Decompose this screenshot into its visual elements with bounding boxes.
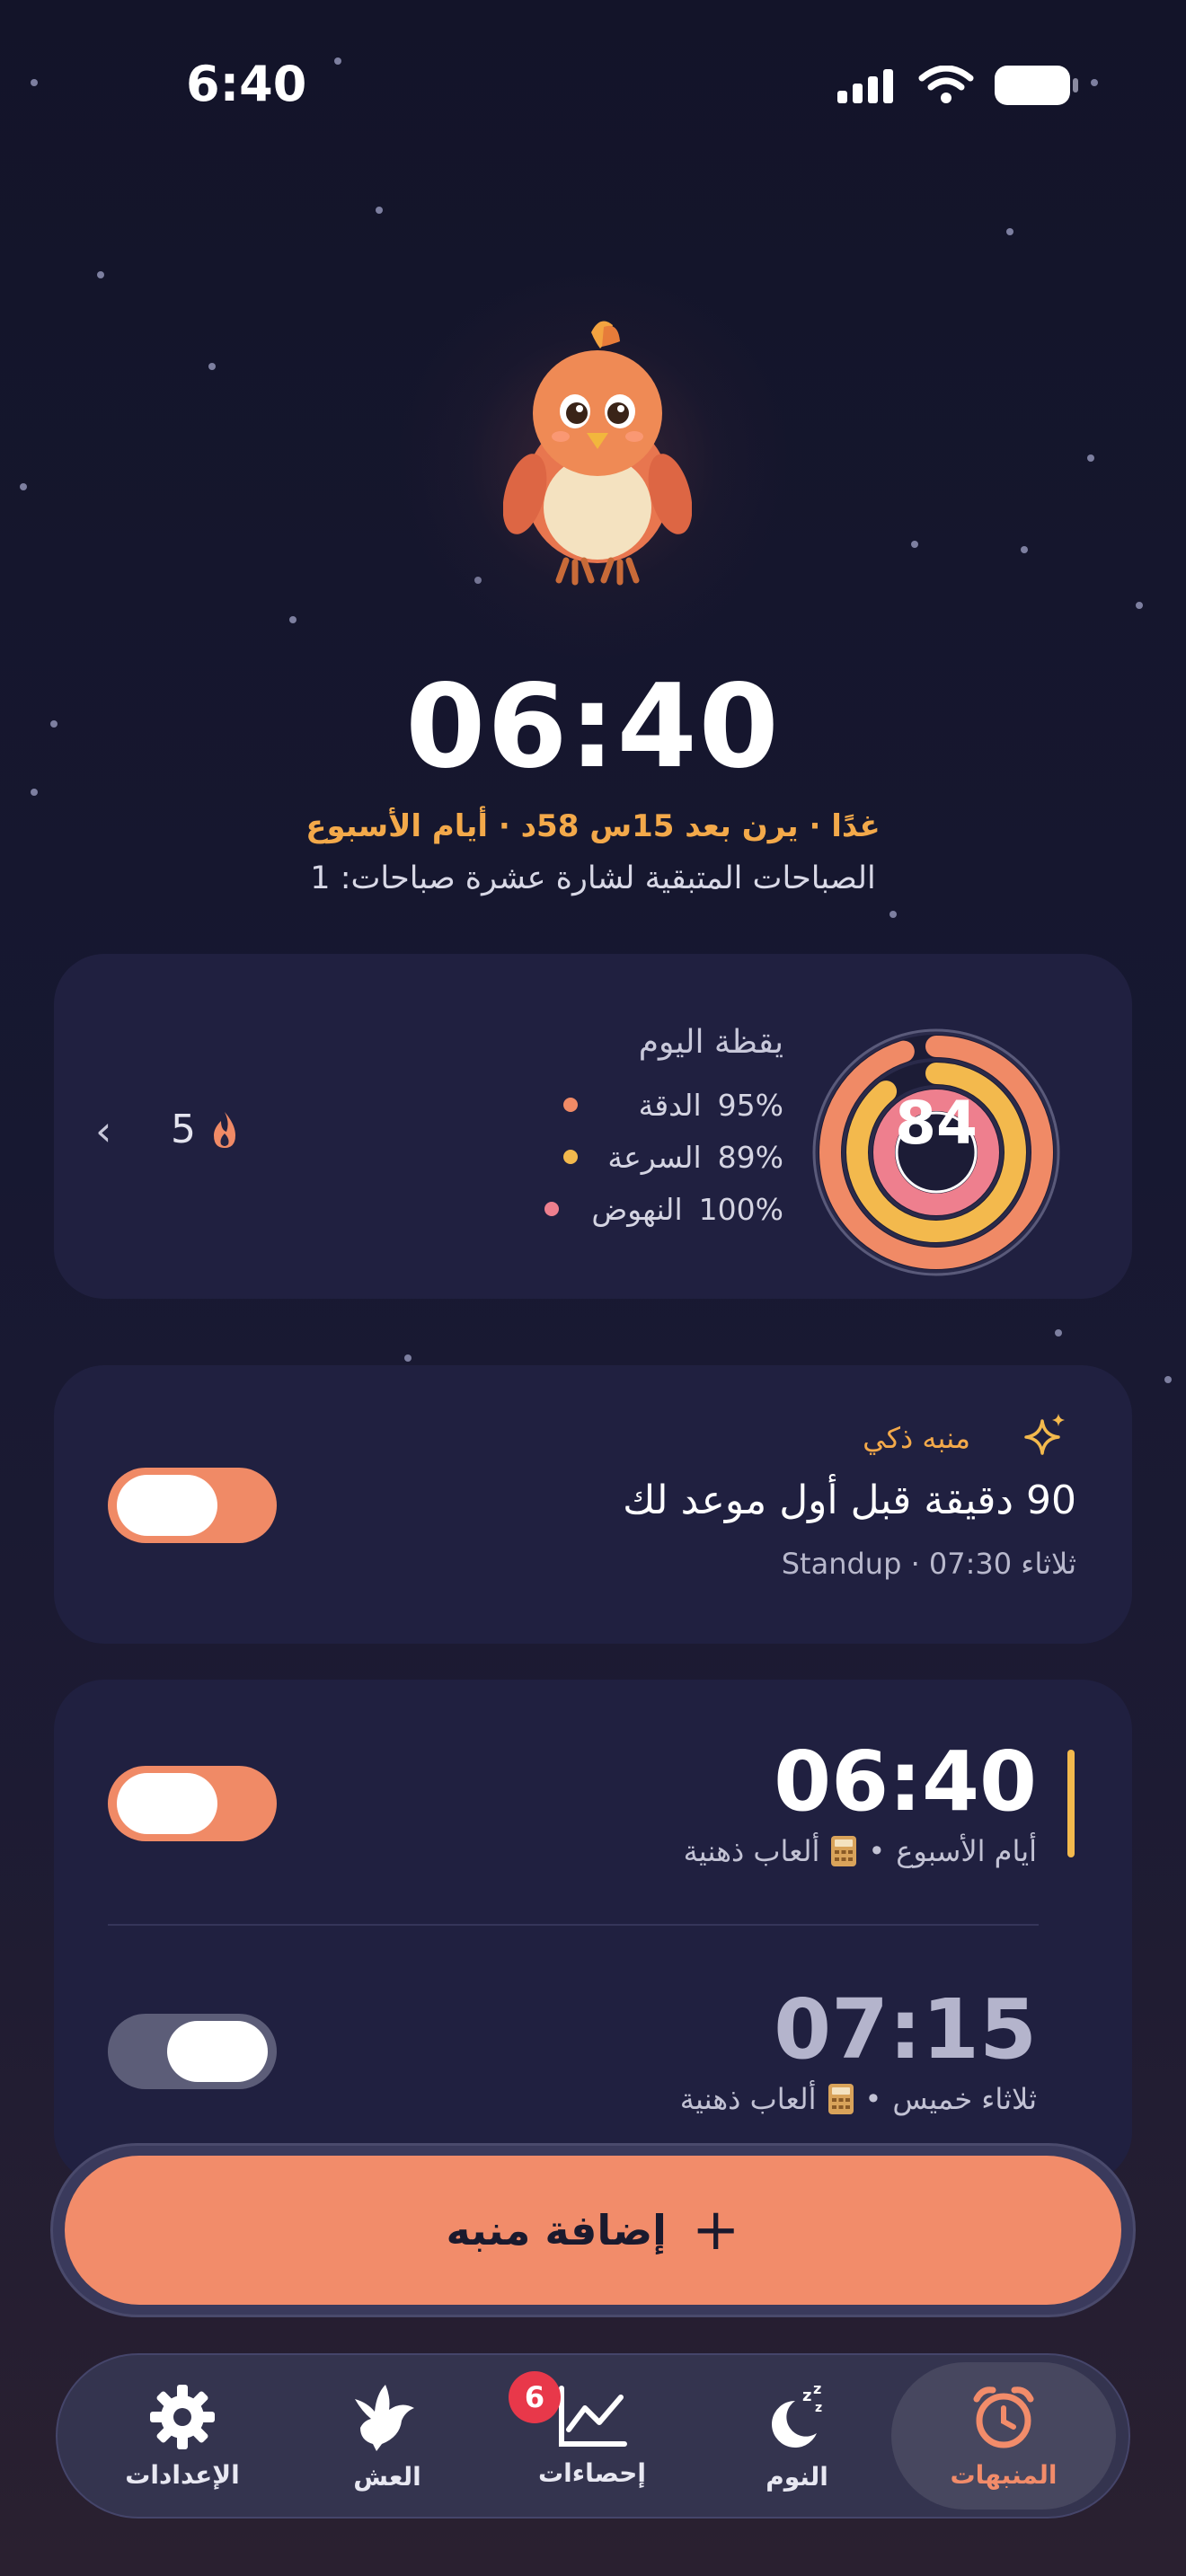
separator-dot: •	[864, 2082, 882, 2116]
metric-row-getting-up: النهوض 100%	[544, 1186, 783, 1232]
metric-label: الدقة	[638, 1087, 702, 1123]
toggle-knob	[117, 1475, 217, 1536]
svg-text:z: z	[813, 2381, 821, 2397]
metric-label: السرعة	[607, 1139, 702, 1175]
alarm-mission: ألعاب ذهنية	[683, 1834, 820, 1868]
moon-zzz-icon: z z z	[772, 2381, 822, 2448]
metric-row-speed: السرعة 89%	[562, 1134, 783, 1180]
battery-icon	[995, 66, 1078, 105]
status-bar-icons	[836, 65, 1080, 106]
stats-notification-badge: 6	[509, 2371, 561, 2423]
alarm-days: ثلاثاء خميس	[892, 2082, 1037, 2116]
alarm-toggle[interactable]	[108, 2014, 277, 2089]
tab-nest[interactable]: العش	[297, 2353, 477, 2519]
alarm-details: أيام الأسبوع • ألعاب ذهنية	[684, 1834, 1037, 1868]
metric-label: النهوض	[591, 1191, 683, 1227]
tab-alarms[interactable]: المنبهات	[914, 2353, 1093, 2519]
streak-counter: 5	[171, 1107, 241, 1152]
svg-text:z: z	[815, 2401, 822, 2415]
tab-label: العش	[353, 2461, 421, 2492]
metric-value: 100%	[698, 1191, 783, 1227]
status-bar-time: 6:40	[186, 56, 307, 112]
metric-dot	[562, 1098, 578, 1112]
alarm-divider	[108, 1924, 1039, 1926]
tab-label: النوم	[766, 2461, 828, 2492]
alarm-time[interactable]: 07:15	[774, 1981, 1037, 2078]
active-alarm-indicator	[1067, 1750, 1075, 1857]
toggle-knob	[117, 1773, 217, 1834]
tab-label: إحصاءات	[538, 2457, 646, 2488]
calculator-icon	[831, 1836, 857, 1866]
tab-label: الإعدادات	[125, 2459, 240, 2490]
alarm-clock-icon	[973, 2386, 1034, 2448]
wake-summary-title: يقظة اليوم	[638, 1024, 783, 1061]
tab-label: المنبهات	[950, 2459, 1058, 2490]
metric-value: 95%	[717, 1087, 783, 1123]
bird-icon	[355, 2384, 414, 2451]
next-alarm-time: 06:40	[405, 660, 781, 794]
alarm-details: ثلاثاء خميس • ألعاب ذهنية	[680, 2082, 1037, 2116]
alarm-toggle[interactable]	[108, 1766, 277, 1841]
add-alarm-label: إضافة منبه	[446, 2206, 667, 2254]
metric-row-accuracy: الدقة 95%	[562, 1081, 783, 1128]
separator-dot: •	[868, 1834, 886, 1868]
tab-settings[interactable]: الإعدادات	[93, 2353, 272, 2519]
wake-score-value: 84	[895, 1089, 978, 1158]
calculator-icon	[828, 2084, 854, 2114]
alarm-mission: ألعاب ذهنية	[679, 2082, 817, 2116]
next-alarm-countdown: غدًا · يرن بعد 15س 58د · أيام الأسبوع	[305, 808, 881, 844]
streak-value: 5	[171, 1107, 196, 1152]
add-alarm-button[interactable]: + إضافة منبه	[65, 2156, 1121, 2305]
smart-alarm-subtitle: ثلاثاء 07:30 · Standup	[781, 1547, 1076, 1581]
alarm-days: أيام الأسبوع	[896, 1834, 1037, 1868]
alarm-time[interactable]: 06:40	[774, 1734, 1037, 1830]
gear-icon	[150, 2384, 215, 2449]
plus-icon: +	[691, 2197, 740, 2263]
badge-progress-text: الصباحات المتبقية لشارة عشرة صباحات: 1	[310, 860, 876, 896]
tab-sleep[interactable]: z z z النوم	[707, 2353, 887, 2519]
metric-dot	[562, 1150, 578, 1164]
metric-value: 89%	[717, 1139, 783, 1175]
flame-icon	[214, 1111, 235, 1148]
chart-icon	[559, 2385, 627, 2447]
wifi-icon	[918, 66, 974, 103]
cellular-signal-icon	[837, 69, 893, 103]
chevron-left-icon[interactable]: ‹	[95, 1107, 111, 1155]
bird-mascot[interactable]	[503, 314, 692, 593]
sparkle-icon	[1024, 1414, 1065, 1455]
smart-alarm-label: منبه ذكي	[863, 1421, 970, 1455]
svg-text:z: z	[802, 2386, 811, 2405]
toggle-knob	[167, 2021, 268, 2082]
smart-alarm-toggle[interactable]	[108, 1468, 277, 1543]
metric-dot	[544, 1202, 559, 1216]
smart-alarm-title: 90 دقيقة قبل أول موعد لك	[623, 1478, 1076, 1523]
